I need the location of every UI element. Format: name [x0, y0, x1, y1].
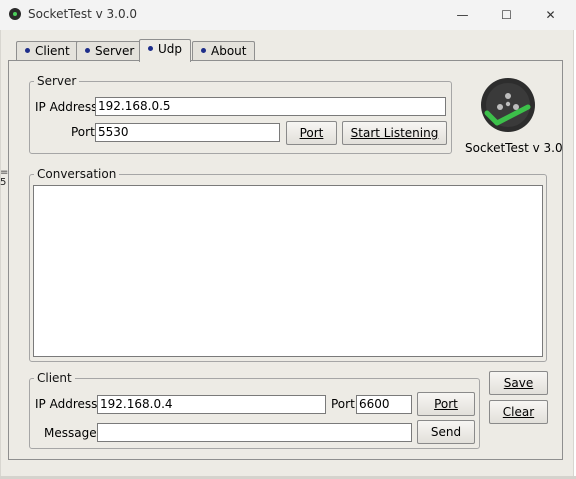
- client-ip-field[interactable]: 192.168.0.4: [97, 395, 326, 414]
- clear-button-label: Clear: [502, 405, 535, 419]
- tab-about[interactable]: About: [192, 41, 256, 61]
- tab-dot-icon: [201, 48, 206, 53]
- server-port-button[interactable]: Port: [286, 121, 337, 145]
- server-port-button-label: Port: [299, 126, 324, 140]
- server-ip-field[interactable]: 192.168.0.5: [95, 97, 446, 116]
- tab-label: Server: [95, 44, 135, 58]
- send-button[interactable]: Send: [417, 420, 475, 444]
- client-legend: Client: [37, 371, 72, 385]
- client-port-label: Port: [331, 397, 355, 411]
- message-label: Message: [44, 426, 97, 440]
- server-legend: Server: [37, 74, 77, 88]
- start-listening-label: Start Listening: [350, 126, 439, 140]
- server-ip-label: IP Address: [35, 100, 98, 114]
- tab-label: Client: [35, 44, 70, 58]
- tab-label: About: [211, 44, 247, 58]
- tab-server[interactable]: Server: [76, 41, 144, 61]
- tab-udp[interactable]: Udp: [139, 39, 192, 62]
- server-port-label: Port: [71, 125, 95, 139]
- minimize-button[interactable]: —: [440, 0, 485, 30]
- message-field[interactable]: [97, 423, 412, 442]
- conversation-textarea[interactable]: [33, 185, 543, 357]
- close-button[interactable]: ✕: [528, 0, 573, 30]
- save-button[interactable]: Save: [489, 371, 548, 395]
- logo-caption: SocketTest v 3.0: [465, 141, 563, 155]
- start-listening-button[interactable]: Start Listening: [342, 121, 447, 145]
- window-title: SocketTest v 3.0.0: [28, 7, 138, 21]
- tab-dot-icon: [148, 46, 153, 51]
- tab-dot-icon: [85, 48, 90, 53]
- client-port-field[interactable]: 6600: [356, 395, 412, 414]
- socket-check-icon: [481, 78, 535, 132]
- title-bar: SocketTest v 3.0.0 — ☐ ✕: [0, 0, 576, 30]
- send-button-label: Send: [430, 425, 462, 439]
- tab-client[interactable]: Client: [16, 41, 79, 61]
- conversation-legend: Conversation: [37, 167, 117, 181]
- server-port-field[interactable]: 5530: [95, 123, 280, 142]
- client-port-button-label: Port: [434, 397, 458, 411]
- tab-label: Udp: [158, 42, 183, 56]
- tab-dot-icon: [25, 48, 30, 53]
- client-port-button[interactable]: Port: [417, 392, 475, 416]
- client-ip-label: IP Address: [35, 397, 98, 411]
- save-button-label: Save: [503, 376, 534, 390]
- clear-button[interactable]: Clear: [489, 400, 548, 424]
- app-icon: [9, 8, 21, 20]
- maximize-button[interactable]: ☐: [484, 0, 529, 30]
